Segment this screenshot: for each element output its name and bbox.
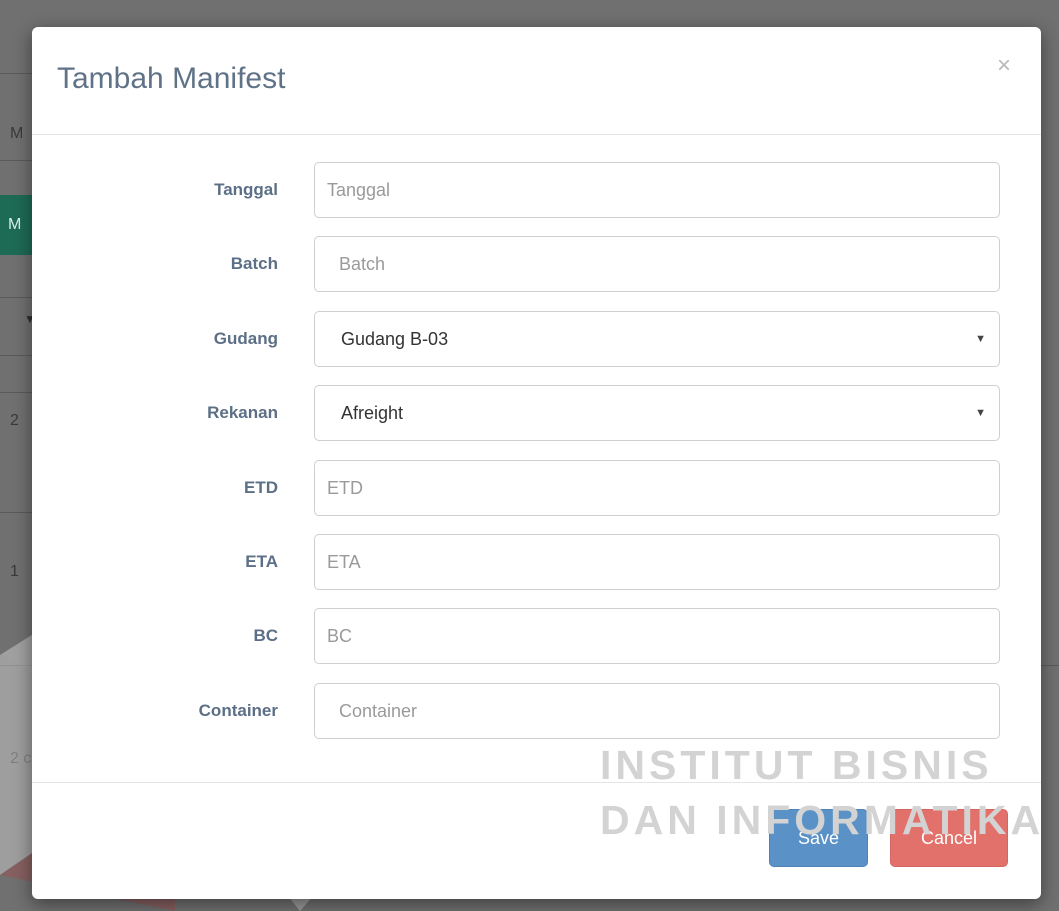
form-row-bc: BC	[32, 608, 1041, 664]
rekanan-select-box[interactable]: Afreight	[314, 385, 1000, 441]
tanggal-input[interactable]	[314, 162, 1000, 218]
gudang-label: Gudang	[213, 329, 278, 348]
watermark-text-line2: DAN INFORMATIKA	[600, 797, 1045, 843]
modal-header: Tambah Manifest ×	[32, 27, 1041, 135]
gudang-selected-value: Gudang B-03	[341, 329, 449, 349]
bc-label: BC	[253, 626, 278, 645]
gudang-select[interactable]: Gudang B-03 ▼	[314, 311, 1000, 367]
watermark-text-line1: INSTITUT BISNIS	[600, 742, 993, 788]
rekanan-select[interactable]: Afreight ▼	[314, 385, 1000, 441]
eta-label: ETA	[245, 552, 278, 571]
form-row-tanggal: Tanggal	[32, 162, 1041, 218]
etd-label: ETD	[244, 478, 278, 497]
batch-label: Batch	[230, 254, 278, 273]
batch-input[interactable]	[314, 236, 1000, 292]
container-input[interactable]	[314, 683, 1000, 739]
etd-input[interactable]	[314, 460, 1000, 516]
tanggal-label: Tanggal	[214, 180, 278, 199]
background-text: 2	[10, 412, 19, 429]
gudang-select-box[interactable]: Gudang B-03	[314, 311, 1000, 367]
chevron-down-icon: ▼	[975, 407, 986, 419]
background-text: M	[10, 125, 24, 142]
container-label: Container	[198, 701, 278, 720]
eta-input[interactable]	[314, 534, 1000, 590]
modal-title: Tambah Manifest	[57, 62, 286, 95]
form-row-eta: ETA	[32, 534, 1041, 590]
form-row-rekanan: Rekanan Afreight ▼	[32, 385, 1041, 441]
close-icon[interactable]: ×	[991, 51, 1017, 81]
form-row-gudang: Gudang Gudang B-03 ▼	[32, 311, 1041, 367]
chevron-down-icon: ▼	[975, 333, 986, 345]
form-row-container: Container	[32, 683, 1041, 739]
rekanan-selected-value: Afreight	[341, 403, 404, 423]
form-row-etd: ETD	[32, 460, 1041, 516]
bc-input[interactable]	[314, 608, 1000, 664]
rekanan-label: Rekanan	[207, 403, 278, 422]
form-row-batch: Batch	[32, 236, 1041, 292]
